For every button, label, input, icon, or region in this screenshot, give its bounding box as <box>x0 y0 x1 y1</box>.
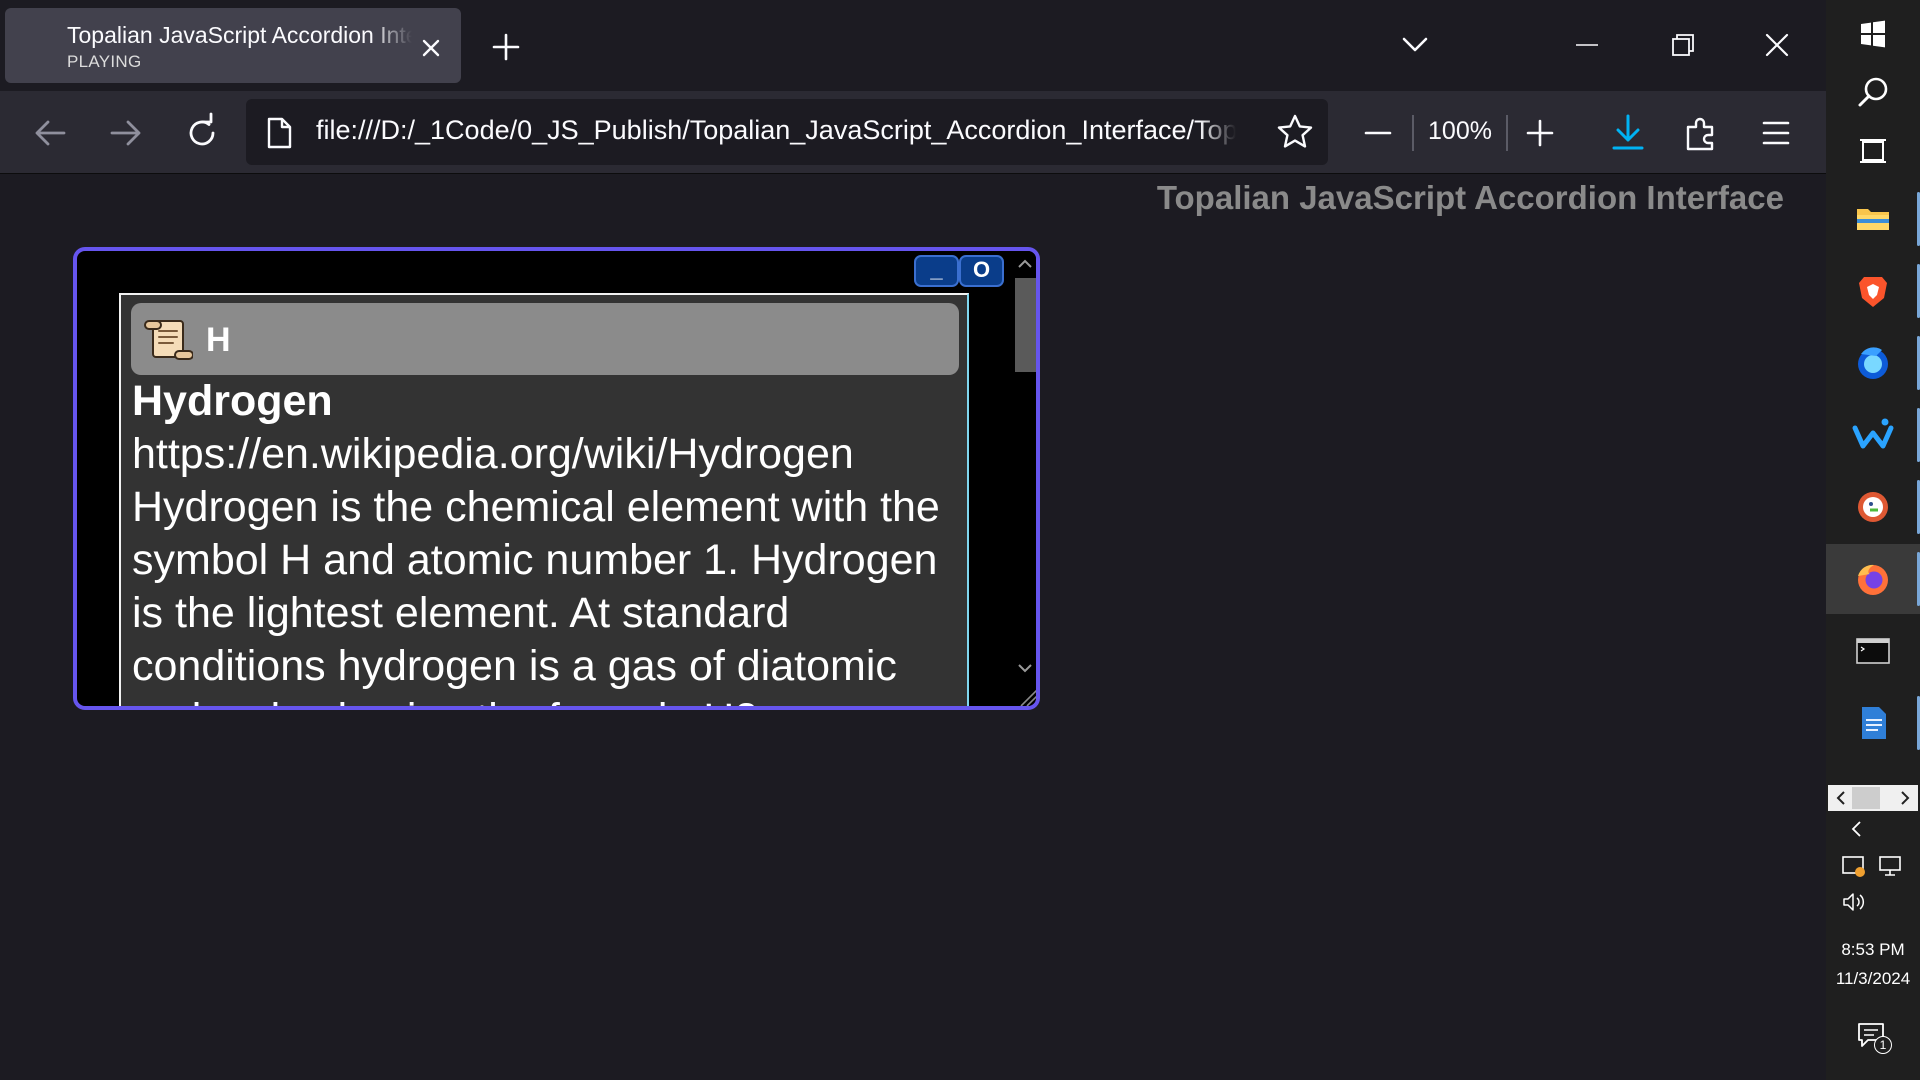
accordion-container[interactable]: _ O H Hydrogen https://en.wikipedia.org/… <box>73 247 1040 710</box>
zoom-out-icon[interactable] <box>1358 113 1398 153</box>
element-link[interactable]: https://en.wikipedia.org/wiki/Hydrogen <box>132 428 960 481</box>
hamburger-menu-icon[interactable] <box>1754 111 1798 155</box>
brave-browser-icon[interactable] <box>1844 262 1902 320</box>
accordion-controls: _ O <box>914 255 1004 287</box>
firefox-developer-icon[interactable] <box>1844 334 1902 392</box>
window-minimize-icon[interactable] <box>1570 30 1604 60</box>
page-content: Topalian JavaScript Accordion Interface … <box>0 175 1826 1080</box>
tab-playing-status: PLAYING <box>67 52 142 71</box>
clock-date[interactable]: 11/3/2024 <box>1826 969 1920 989</box>
scroll-down-arrow-icon[interactable] <box>1016 661 1034 675</box>
windows-taskbar: 8:53 PM 11/3/2024 1 <box>1826 0 1920 1080</box>
address-bar[interactable]: file:///D:/_1Code/0_JS_Publish/Topalian_… <box>246 99 1328 165</box>
file-explorer-icon[interactable] <box>1844 190 1902 248</box>
bookmark-star-icon[interactable] <box>1276 113 1314 151</box>
download-icon[interactable] <box>1606 111 1650 155</box>
list-all-tabs-icon[interactable] <box>1399 30 1431 58</box>
accordion-header-label: H <box>206 321 231 359</box>
network-icon[interactable] <box>1876 852 1904 880</box>
notification-count: 1 <box>1874 1036 1892 1054</box>
page-icon <box>267 117 292 149</box>
element-name: Hydrogen <box>132 377 333 425</box>
back-arrow-icon[interactable] <box>28 111 72 155</box>
page-title: Topalian JavaScript Accordion Interface <box>1156 179 1784 216</box>
forward-arrow-icon[interactable] <box>104 111 148 155</box>
navigation-toolbar: file:///D:/_1Code/0_JS_Publish/Topalian_… <box>0 91 1826 174</box>
scrollbar-thumb[interactable] <box>1015 278 1036 372</box>
resize-grip-icon[interactable] <box>1017 686 1039 708</box>
zoom-in-icon[interactable] <box>1520 113 1560 153</box>
windows-start-icon[interactable] <box>1844 6 1902 64</box>
tray-app-icon[interactable] <box>1840 852 1868 880</box>
scroll-left-arrow-icon[interactable] <box>1834 789 1848 807</box>
task-view-icon[interactable] <box>1844 122 1902 180</box>
taskbar-scroller[interactable] <box>1828 785 1918 811</box>
notification-center[interactable]: 1 <box>1856 1020 1892 1056</box>
show-hidden-icons-chevron-icon[interactable] <box>1846 818 1868 840</box>
window-restore-icon[interactable] <box>1666 30 1700 60</box>
taskbar-scroll-thumb[interactable] <box>1852 787 1880 809</box>
accordion-panel: H Hydrogen https://en.wikipedia.org/wiki… <box>119 293 969 706</box>
zoom-separator <box>1506 115 1508 151</box>
new-tab-icon[interactable] <box>489 30 523 64</box>
url-text[interactable]: file:///D:/_1Code/0_JS_Publish/Topalian_… <box>316 115 1236 146</box>
zoom-level[interactable]: 100% <box>1424 117 1496 146</box>
search-icon[interactable] <box>1844 64 1902 122</box>
scroll-up-arrow-icon[interactable] <box>1016 257 1034 271</box>
element-description: Hydrogen is the chemical element with th… <box>132 483 940 706</box>
accordion-scrollbar[interactable] <box>1010 251 1036 706</box>
terminal-icon[interactable] <box>1844 622 1902 680</box>
clock-time[interactable]: 8:53 PM <box>1826 940 1920 960</box>
volume-icon[interactable] <box>1840 888 1868 916</box>
waterfox-icon[interactable] <box>1844 406 1902 464</box>
accordion-header[interactable]: H <box>131 303 959 375</box>
minimize-button[interactable]: _ <box>914 255 959 287</box>
scroll-right-arrow-icon[interactable] <box>1898 789 1912 807</box>
extensions-puzzle-icon[interactable] <box>1680 111 1724 155</box>
open-button[interactable]: O <box>959 255 1004 287</box>
zoom-separator <box>1412 115 1414 151</box>
reload-icon[interactable] <box>180 111 224 155</box>
duckduckgo-icon[interactable] <box>1844 478 1902 536</box>
accordion-body: Hydrogen https://en.wikipedia.org/wiki/H… <box>132 375 960 706</box>
tab-close-icon[interactable] <box>417 34 445 62</box>
window-close-icon[interactable] <box>1760 28 1794 62</box>
scroll-icon <box>144 320 193 360</box>
tab-strip: Topalian JavaScript Accordion Interface … <box>0 0 1826 91</box>
document-editor-icon[interactable] <box>1844 694 1902 752</box>
firefox-icon[interactable] <box>1844 550 1902 608</box>
browser-tab[interactable]: Topalian JavaScript Accordion Interface … <box>5 8 461 83</box>
tab-title: Topalian JavaScript Accordion Interface <box>67 22 412 48</box>
